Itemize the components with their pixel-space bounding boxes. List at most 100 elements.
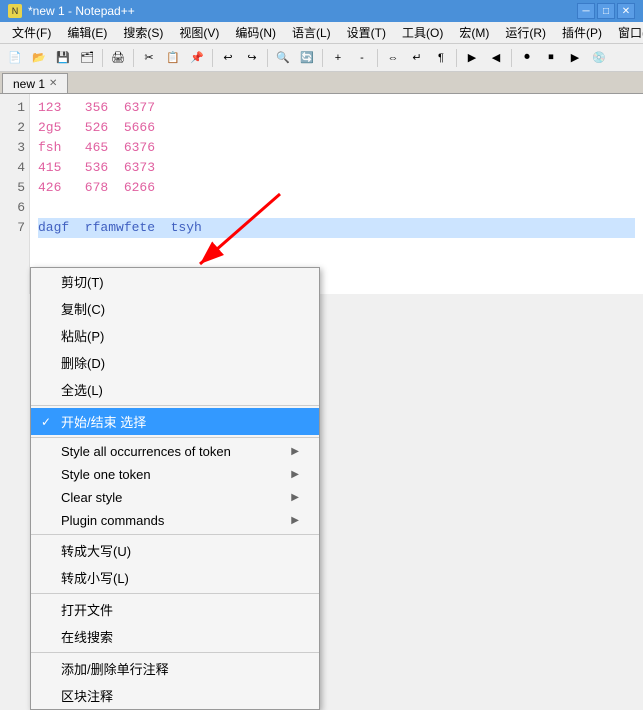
tab-bar: new 1 ✕: [0, 72, 643, 94]
code-line-6: [38, 198, 635, 218]
separator-2: [133, 49, 134, 67]
ctx-style-one[interactable]: Style one token ▶: [31, 463, 319, 486]
code-line-1: 123 356 6377: [38, 98, 635, 118]
cut-button[interactable]: ✂: [138, 47, 160, 69]
zoom-in-button[interactable]: +: [327, 47, 349, 69]
menu-settings[interactable]: 设置(T): [339, 22, 394, 43]
minimize-button[interactable]: ─: [577, 3, 595, 19]
ctx-checkmark: ✓: [41, 415, 51, 429]
ctx-cut-label: 剪切(T): [61, 272, 104, 291]
ctx-cut[interactable]: 剪切(T): [31, 268, 319, 295]
code-line-4: 415 536 6373: [38, 158, 635, 178]
menu-file[interactable]: 文件(F): [4, 22, 59, 43]
zoom-out-button[interactable]: -: [351, 47, 373, 69]
menu-plugins[interactable]: 插件(P): [554, 22, 610, 43]
ctx-uppercase-label: 转成大写(U): [61, 541, 131, 560]
ctx-online-search[interactable]: 在线搜索: [31, 623, 319, 650]
ctx-paste-label: 粘贴(P): [61, 326, 104, 345]
ctx-online-search-label: 在线搜索: [61, 627, 113, 646]
menu-encode[interactable]: 编码(N): [227, 22, 284, 43]
ctx-style-all[interactable]: Style all occurrences of token ▶: [31, 440, 319, 463]
ctx-clear-style-arrow: ▶: [291, 492, 299, 503]
ctx-plugin-commands-label: Plugin commands: [61, 513, 164, 528]
word-wrap-button[interactable]: ↵: [406, 47, 428, 69]
print-button[interactable]: 🖨: [107, 47, 129, 69]
line-num-1: 1: [4, 98, 25, 118]
line-num-5: 5: [4, 178, 25, 198]
menu-macro[interactable]: 宏(M): [451, 22, 497, 43]
redo-button[interactable]: ↪: [241, 47, 263, 69]
macro-stop-button[interactable]: ⏹: [540, 47, 562, 69]
separator-7: [456, 49, 457, 67]
ctx-block-comment[interactable]: 区块注释: [31, 682, 319, 709]
ctx-paste[interactable]: 粘贴(P): [31, 322, 319, 349]
title-bar: N *new 1 - Notepad++ ─ □ ✕: [0, 0, 643, 22]
ctx-copy[interactable]: 复制(C): [31, 295, 319, 322]
all-chars-button[interactable]: ¶: [430, 47, 452, 69]
save-all-button[interactable]: 🗂: [76, 47, 98, 69]
tab-close-button[interactable]: ✕: [49, 78, 57, 89]
ctx-copy-label: 复制(C): [61, 299, 105, 318]
close-button[interactable]: ✕: [617, 3, 635, 19]
ctx-style-one-arrow: ▶: [291, 469, 299, 480]
ctx-uppercase[interactable]: 转成大写(U): [31, 537, 319, 564]
line-num-3: 3: [4, 138, 25, 158]
sync-scroll-button[interactable]: ⇔: [382, 47, 404, 69]
new-button[interactable]: 📄: [4, 47, 26, 69]
ctx-add-comment-label: 添加/删除单行注释: [61, 659, 169, 678]
code-line-7: dagf rfamwfete tsyh: [38, 218, 635, 238]
toolbar: 📄 📂 💾 🗂 🖨 ✂ 📋 📌 ↩ ↪ 🔍 🔄 + - ⇔ ↵ ¶ ▶ ◀ ⏺ …: [0, 44, 643, 72]
editor-content[interactable]: 123 356 6377 2g5 526 5666 fsh 465 6376 4…: [30, 94, 643, 294]
undo-button[interactable]: ↩: [217, 47, 239, 69]
outdent-button[interactable]: ◀: [485, 47, 507, 69]
ctx-delete[interactable]: 删除(D): [31, 349, 319, 376]
replace-button[interactable]: 🔄: [296, 47, 318, 69]
save-button[interactable]: 💾: [52, 47, 74, 69]
paste-button[interactable]: 📌: [186, 47, 208, 69]
ctx-plugin-commands[interactable]: Plugin commands ▶: [31, 509, 319, 532]
menu-view[interactable]: 视图(V): [171, 22, 227, 43]
menu-edit[interactable]: 编辑(E): [59, 22, 115, 43]
ctx-open-file[interactable]: 打开文件: [31, 596, 319, 623]
line-numbers: 1 2 3 4 5 6 7: [0, 94, 30, 294]
ctx-sep-3: [31, 534, 319, 535]
ctx-begin-end-select[interactable]: ✓ 开始/结束 选择: [31, 408, 319, 435]
menu-window[interactable]: 窗口(W): [610, 22, 643, 43]
ctx-sep-1: [31, 405, 319, 406]
tab-new1[interactable]: new 1 ✕: [2, 73, 68, 93]
line-num-2: 2: [4, 118, 25, 138]
line-num-4: 4: [4, 158, 25, 178]
ctx-block-comment-label: 区块注释: [61, 686, 113, 705]
ctx-clear-style-label: Clear style: [61, 490, 122, 505]
menu-bar: 文件(F) 编辑(E) 搜索(S) 视图(V) 编码(N) 语言(L) 设置(T…: [0, 22, 643, 44]
separator-5: [322, 49, 323, 67]
ctx-sep-2: [31, 437, 319, 438]
maximize-button[interactable]: □: [597, 3, 615, 19]
find-button[interactable]: 🔍: [272, 47, 294, 69]
ctx-clear-style[interactable]: Clear style ▶: [31, 486, 319, 509]
line-num-7: 7: [4, 218, 25, 238]
separator-6: [377, 49, 378, 67]
ctx-lowercase[interactable]: 转成小写(L): [31, 564, 319, 591]
line-num-6: 6: [4, 198, 25, 218]
code-line-2: 2g5 526 5666: [38, 118, 635, 138]
ctx-add-comment[interactable]: 添加/删除单行注释: [31, 655, 319, 682]
ctx-selectall[interactable]: 全选(L): [31, 376, 319, 403]
indent-button[interactable]: ▶: [461, 47, 483, 69]
macro-record-button[interactable]: ⏺: [516, 47, 538, 69]
menu-run[interactable]: 运行(R): [497, 22, 554, 43]
copy-button[interactable]: 📋: [162, 47, 184, 69]
menu-search[interactable]: 搜索(S): [115, 22, 171, 43]
menu-tools[interactable]: 工具(O): [394, 22, 451, 43]
menu-language[interactable]: 语言(L): [284, 22, 339, 43]
macro-play-button[interactable]: ▶: [564, 47, 586, 69]
editor-area[interactable]: 1 2 3 4 5 6 7 123 356 6377 2g5 526 5666 …: [0, 94, 643, 294]
ctx-style-all-label: Style all occurrences of token: [61, 444, 231, 459]
open-button[interactable]: 📂: [28, 47, 50, 69]
window-controls[interactable]: ─ □ ✕: [577, 3, 635, 19]
macro-save-button[interactable]: 💿: [588, 47, 610, 69]
ctx-begin-end-label: 开始/结束 选择: [61, 412, 146, 431]
context-menu: 剪切(T) 复制(C) 粘贴(P) 删除(D) 全选(L) ✓ 开始/结束 选择…: [30, 267, 320, 710]
separator-3: [212, 49, 213, 67]
ctx-style-one-label: Style one token: [61, 467, 151, 482]
